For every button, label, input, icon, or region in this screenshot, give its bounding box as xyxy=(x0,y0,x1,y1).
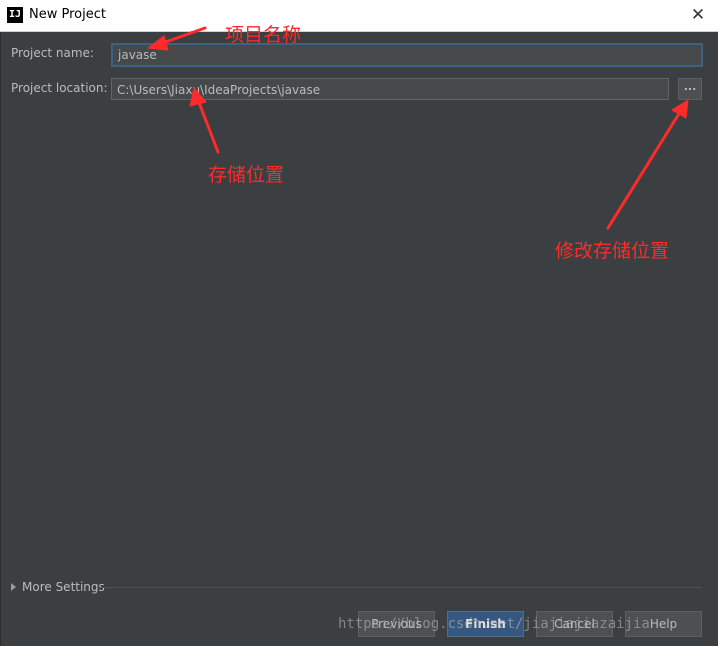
arrow-head-location xyxy=(189,86,207,107)
more-settings-label: More Settings xyxy=(22,580,105,594)
arrow-head-name xyxy=(146,35,169,51)
help-button[interactable]: Help xyxy=(625,611,702,637)
expand-triangle-icon xyxy=(11,583,16,591)
arrow-head-browse xyxy=(671,99,689,119)
arrow-to-browse-button xyxy=(606,110,682,230)
arrow-to-location-field xyxy=(196,98,220,154)
arrow-to-name-field xyxy=(158,26,207,46)
previous-button[interactable]: Previous xyxy=(358,611,435,637)
separator xyxy=(101,587,701,588)
annotation-arrows xyxy=(146,26,689,230)
finish-button[interactable]: Finish xyxy=(447,611,524,637)
cancel-button[interactable]: Cancel xyxy=(536,611,613,637)
